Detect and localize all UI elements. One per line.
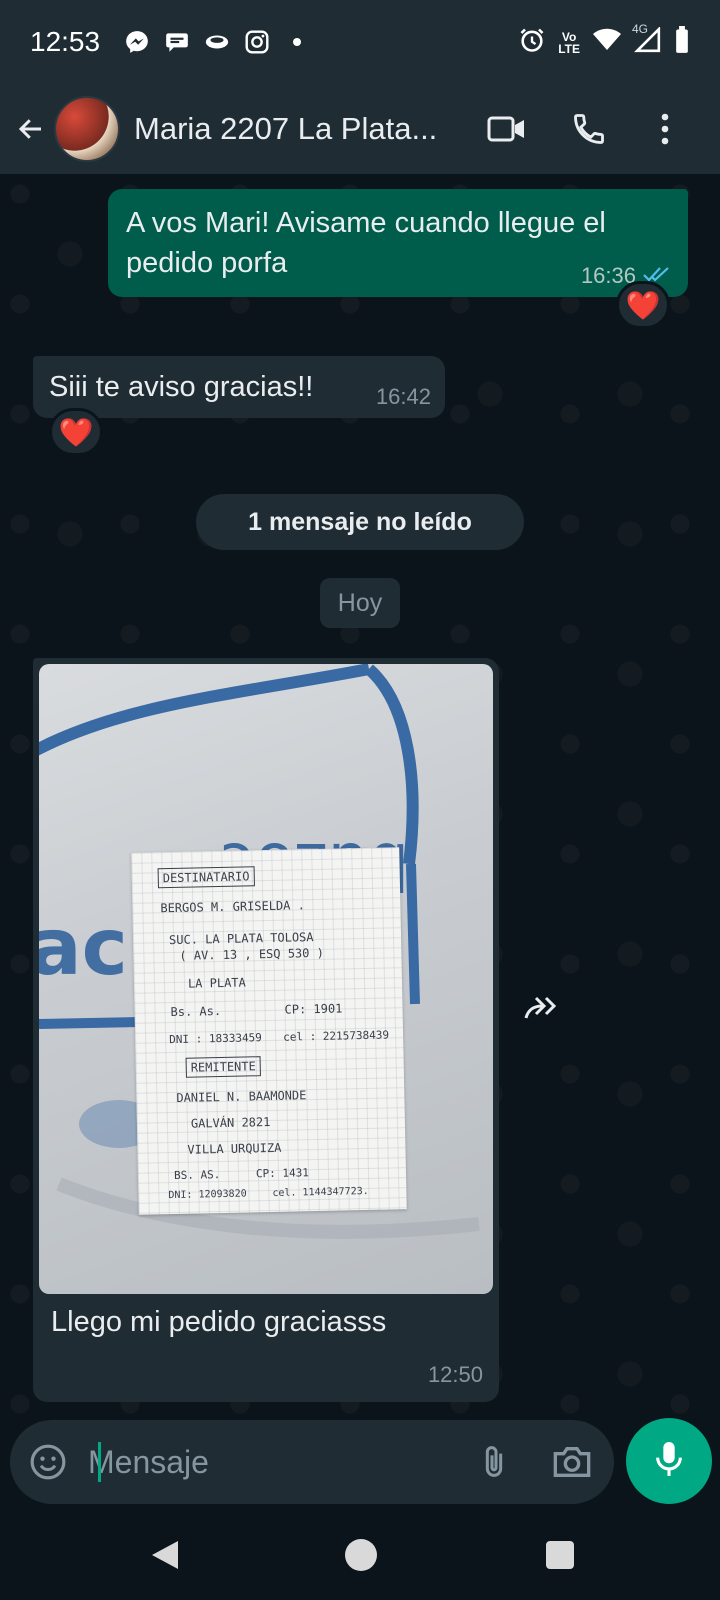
contact-name[interactable]: Maria 2207 La Plata... [134,111,454,147]
phone-icon[interactable] [566,106,612,152]
chat-area[interactable]: A vos Mari! Avisame cuando llegue el ped… [0,174,720,1420]
status-system-icons: Vo LTE 4G [518,23,690,59]
reaction-badge[interactable]: ❤️ [616,281,670,329]
message-text: A vos Mari! Avisame cuando llegue el ped… [126,207,606,279]
image-caption: Llego mi pedido graciasss [51,1306,387,1338]
video-call-icon[interactable] [484,106,530,152]
label-address-line2: ( AV. 13 , ESQ 530 ) [179,945,325,963]
incoming-image-message[interactable]: buzoc aci DESTINATARIO BERGOS M. GRISELD… [33,658,499,1402]
label-remitente-heading: REMITENTE [185,1056,261,1078]
wifi-icon [592,27,622,58]
camera-icon[interactable] [550,1442,594,1482]
label-city: LA PLATA [187,975,246,991]
forward-icon[interactable] [516,982,568,1034]
outgoing-message[interactable]: A vos Mari! Avisame cuando llegue el ped… [108,189,688,297]
label-phone: cel : 2215738439 [282,1028,390,1044]
label-sender-dni: DNI: 12093820 [168,1188,247,1202]
incoming-message[interactable]: Siii te aviso gracias!! 16:42 [33,356,445,418]
reaction-badge[interactable]: ❤️ [49,408,103,456]
attach-icon[interactable] [474,1442,514,1482]
heart-icon: ❤️ [58,416,94,448]
label-sender-province: BS. AS. [173,1168,221,1183]
microphone-button[interactable] [626,1418,712,1504]
nav-home-icon[interactable] [345,1539,377,1571]
status-time: 12:53 [30,26,101,57]
messenger-icon [124,29,150,55]
date-separator: Hoy [320,578,400,628]
back-arrow-icon[interactable] [16,114,46,144]
instagram-icon [244,29,270,55]
status-bar: 12:53 Vo LTE 4G [0,0,720,84]
nav-back-icon[interactable] [148,1538,182,1572]
message-time: 12:50 [427,1362,483,1387]
label-province: Bs. As. [170,1003,222,1020]
nav-recents-icon[interactable] [546,1541,574,1569]
label-sender-phone: cel. 1144347723. [272,1185,369,1199]
message-composer [10,1420,614,1504]
emoji-icon[interactable] [28,1442,68,1482]
microphone-icon [652,1439,686,1484]
label-postcode: CP: 1901 [284,1001,343,1017]
label-recipient-name: BERGOS M. GRISELDA . [160,898,306,916]
volte-icon: Vo LTE [558,29,580,56]
label-sender-postcode: CP: 1431 [255,1166,310,1181]
network-type-label: 4G [632,22,649,36]
chat-bubble-icon [164,29,190,55]
message-time: 16:42 [375,384,431,409]
text-cursor [98,1442,101,1482]
message-text: Siii te aviso gracias!! [49,370,314,403]
cloud-icon [204,29,230,55]
status-notification-icons [124,29,310,55]
more-options-icon[interactable] [642,106,688,152]
heart-icon: ❤️ [625,289,661,321]
dot-icon [284,29,310,55]
label-sender-city: VILLA URQUIZA [187,1140,282,1157]
system-navigation-bar [0,1510,720,1600]
shipping-label: DESTINATARIO BERGOS M. GRISELDA . SUC. L… [131,847,407,1215]
label-sender-street: GALVÁN 2821 [190,1114,271,1131]
unread-messages-banner: 1 mensaje no leído [196,494,524,550]
message-input[interactable] [88,1438,468,1486]
label-sender-name: DANIEL N. BAAMONDE [176,1088,307,1105]
contact-avatar[interactable] [54,96,120,162]
label-dni: DNI : 18333459 [169,1031,262,1047]
4g-signal-icon: 4G [632,23,662,58]
battery-icon [674,26,690,59]
alarm-icon [518,26,546,59]
package-photo[interactable]: buzoc aci DESTINATARIO BERGOS M. GRISELD… [39,664,493,1294]
chat-header: Maria 2207 La Plata... [0,84,720,174]
label-address-line1: SUC. LA PLATA TOLOSA [168,930,314,948]
label-destinatario-heading: DESTINATARIO [157,866,255,889]
